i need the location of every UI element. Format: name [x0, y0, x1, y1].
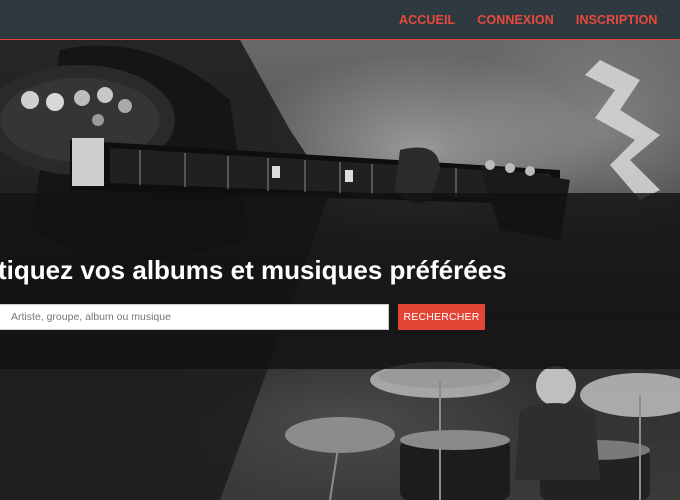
top-navbar: ACCUEIL CONNEXION INSCRIPTION À	[0, 0, 680, 40]
nav-links: ACCUEIL CONNEXION INSCRIPTION À	[388, 0, 680, 40]
search-button[interactable]: RECHERCHER	[398, 304, 485, 330]
hero-headline: tiquez vos albums et musiques préférées	[0, 255, 507, 285]
search-input[interactable]	[0, 304, 389, 330]
hero-section: tiquez vos albums et musiques préférées …	[0, 40, 680, 500]
search-banner: tiquez vos albums et musiques préférées …	[0, 193, 680, 369]
nav-link-inscription[interactable]: INSCRIPTION	[576, 13, 658, 27]
nav-link-connexion[interactable]: CONNEXION	[477, 13, 554, 27]
nav-link-accueil[interactable]: ACCUEIL	[399, 13, 455, 27]
